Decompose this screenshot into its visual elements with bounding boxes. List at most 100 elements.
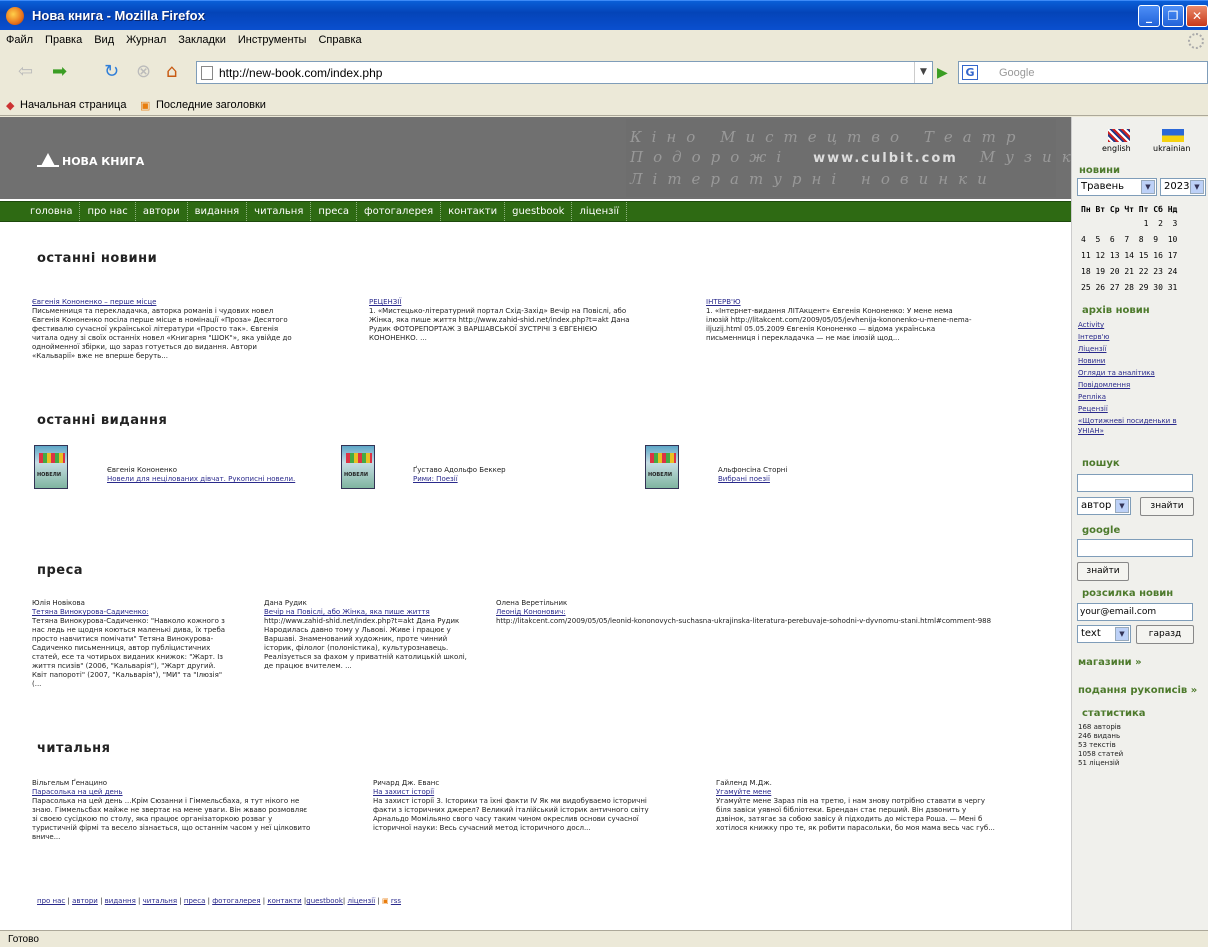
calendar-row[interactable]: 4 5 6 7 8 9 10 bbox=[1081, 233, 1177, 246]
menu-file[interactable]: Файл bbox=[0, 30, 39, 46]
footer-press[interactable]: преса bbox=[184, 897, 205, 905]
bookmark-latest-headlines[interactable]: Последние заголовки bbox=[156, 99, 266, 111]
menu-help[interactable]: Справка bbox=[312, 30, 367, 46]
footer-editions[interactable]: видання bbox=[105, 897, 136, 905]
news-link[interactable]: ІНТЕРВ'Ю bbox=[706, 298, 741, 306]
news-text: 1. «Мистецько-літературний портал Схід-З… bbox=[369, 307, 630, 342]
subscribe-button[interactable]: гаразд bbox=[1136, 625, 1194, 644]
close-button[interactable]: ✕ bbox=[1186, 5, 1208, 27]
shops-link[interactable]: магазини » bbox=[1078, 657, 1142, 668]
archive-link[interactable]: Рецензії bbox=[1078, 404, 1108, 414]
press-link[interactable]: Тетяна Винокурова-Садиченко: bbox=[32, 608, 149, 616]
reading-link[interactable]: На захист історії bbox=[373, 788, 434, 796]
reading-text: На захист історії 3. Історики та їхні фа… bbox=[373, 797, 649, 832]
nav-licenses[interactable]: ліцензії bbox=[572, 202, 627, 221]
footer-rss[interactable]: rss bbox=[391, 897, 401, 905]
footer-guestbook[interactable]: guestbook bbox=[306, 897, 343, 905]
footer-reading[interactable]: читальня bbox=[143, 897, 177, 905]
nav-contacts[interactable]: контакти bbox=[441, 202, 506, 221]
news-sidebar-heading: новини bbox=[1079, 165, 1121, 176]
calendar-row[interactable]: 25 26 27 28 29 30 31 bbox=[1081, 281, 1177, 294]
news-link[interactable]: РЕЦЕНЗІЇ bbox=[369, 298, 401, 306]
footer-gallery[interactable]: фотогалерея bbox=[212, 897, 260, 905]
press-link[interactable]: Леонід Кононович: bbox=[496, 608, 566, 616]
maximize-button[interactable]: ❐ bbox=[1162, 5, 1184, 27]
calendar-row[interactable]: 1 2 3 bbox=[1081, 217, 1178, 230]
archive-link[interactable]: Новини bbox=[1078, 356, 1105, 366]
bookmark-start-page[interactable]: Начальная страница bbox=[20, 99, 126, 111]
archive-link[interactable]: Ліцензії bbox=[1078, 344, 1106, 354]
forward-arrow-icon[interactable]: ➡ bbox=[52, 62, 67, 82]
menu-history[interactable]: Журнал bbox=[120, 30, 172, 46]
reload-icon[interactable]: ↻ bbox=[104, 62, 119, 82]
book-cover[interactable] bbox=[645, 445, 679, 489]
minimize-button[interactable]: _ bbox=[1138, 5, 1160, 27]
newsletter-heading: розсилка новин bbox=[1082, 588, 1174, 599]
uk-flag-icon[interactable] bbox=[1108, 129, 1130, 142]
url-input[interactable]: http://new-book.com/index.php ▼ bbox=[196, 61, 933, 84]
search-button[interactable]: знайти bbox=[1140, 497, 1194, 516]
rss-icon[interactable]: ▣ bbox=[382, 897, 389, 905]
go-icon[interactable]: ▶ bbox=[937, 65, 948, 81]
lang-english[interactable]: english bbox=[1102, 144, 1131, 153]
email-field[interactable]: your@email.com bbox=[1077, 603, 1193, 621]
ua-flag-icon[interactable] bbox=[1162, 129, 1184, 142]
footer-licenses[interactable]: ліцензії bbox=[347, 897, 375, 905]
book-cover[interactable] bbox=[341, 445, 375, 489]
reading-link[interactable]: Угамуйте мене bbox=[716, 788, 771, 796]
archive-link[interactable]: Репліка bbox=[1078, 392, 1106, 402]
menu-bookmarks[interactable]: Закладки bbox=[172, 30, 232, 46]
calendar-row[interactable]: 18 19 20 21 22 23 24 bbox=[1081, 265, 1177, 278]
nav-reading[interactable]: читальня bbox=[247, 202, 312, 221]
calendar-row[interactable]: 11 12 13 14 15 16 17 bbox=[1081, 249, 1177, 262]
nav-editions[interactable]: видання bbox=[188, 202, 248, 221]
back-arrow-icon[interactable]: ⇦ bbox=[18, 62, 33, 82]
window-title: Нова книга - Mozilla Firefox bbox=[32, 8, 205, 23]
search-input[interactable]: G Google bbox=[958, 61, 1208, 84]
lang-ukrainian[interactable]: ukrainian bbox=[1153, 144, 1190, 153]
nav-authors[interactable]: автори bbox=[136, 202, 188, 221]
footer-contacts[interactable]: контакти bbox=[267, 897, 301, 905]
edition-link[interactable]: Новели для нецілованих дівчат. Рукописні… bbox=[107, 475, 295, 483]
chevron-down-icon: ▼ bbox=[1115, 627, 1129, 641]
nav-guestbook[interactable]: guestbook bbox=[505, 202, 573, 221]
page-icon bbox=[201, 66, 213, 80]
stop-icon[interactable]: ⊗ bbox=[136, 62, 151, 82]
archive-link[interactable]: Activity bbox=[1078, 320, 1104, 330]
nav-gallery[interactable]: фотогалерея bbox=[357, 202, 442, 221]
edition-item: Альфонсіна Сторні Вибрані поезії bbox=[718, 466, 918, 484]
menu-view[interactable]: Вид bbox=[88, 30, 120, 46]
book-cover[interactable] bbox=[34, 445, 68, 489]
search-field[interactable] bbox=[1077, 474, 1193, 492]
press-link[interactable]: Вечір на Повіслі, або Жінка, яка пише жи… bbox=[264, 608, 430, 616]
search-type-select[interactable]: автор ▼ bbox=[1077, 497, 1131, 515]
menu-edit[interactable]: Правка bbox=[39, 30, 88, 46]
nav-about[interactable]: про нас bbox=[80, 202, 136, 221]
month-select[interactable]: Травень ▼ bbox=[1077, 178, 1157, 196]
chevron-down-icon: ▼ bbox=[1190, 180, 1204, 194]
format-select[interactable]: text ▼ bbox=[1077, 625, 1131, 643]
google-icon[interactable]: G bbox=[962, 65, 978, 80]
home-icon[interactable]: ⌂ bbox=[166, 62, 177, 82]
edition-link[interactable]: Вибрані поезії bbox=[718, 475, 770, 483]
news-link[interactable]: Євгенія Кононенко – перше місце bbox=[32, 298, 156, 306]
archive-link[interactable]: Повідомлення bbox=[1078, 380, 1130, 390]
google-search-button[interactable]: знайти bbox=[1077, 562, 1129, 581]
year-select[interactable]: 2023 ▼ bbox=[1160, 178, 1206, 196]
banner-url[interactable]: www.culbit.com bbox=[791, 151, 980, 166]
menu-tools[interactable]: Инструменты bbox=[232, 30, 313, 46]
archive-link[interactable]: Інтерв'ю bbox=[1078, 332, 1109, 342]
archive-link[interactable]: Огляди та аналітика bbox=[1078, 368, 1155, 378]
site-logo[interactable]: НОВА КНИГА bbox=[37, 153, 144, 168]
reading-author: Гайленд М.Дж. bbox=[716, 779, 772, 787]
google-field[interactable] bbox=[1077, 539, 1193, 557]
footer-about[interactable]: про нас bbox=[37, 897, 65, 905]
archive-link[interactable]: «Щотижневі посиденьки в УНІАН» bbox=[1078, 416, 1200, 436]
reading-link[interactable]: Парасолька на цей день bbox=[32, 788, 123, 796]
edition-link[interactable]: Рими: Поезії bbox=[413, 475, 458, 483]
url-dropdown-icon[interactable]: ▼ bbox=[914, 62, 932, 83]
nav-press[interactable]: преса bbox=[311, 202, 358, 221]
nav-home[interactable]: головна bbox=[0, 202, 81, 221]
manuscripts-link[interactable]: подання рукописів » bbox=[1078, 685, 1197, 696]
footer-authors[interactable]: автори bbox=[72, 897, 98, 905]
